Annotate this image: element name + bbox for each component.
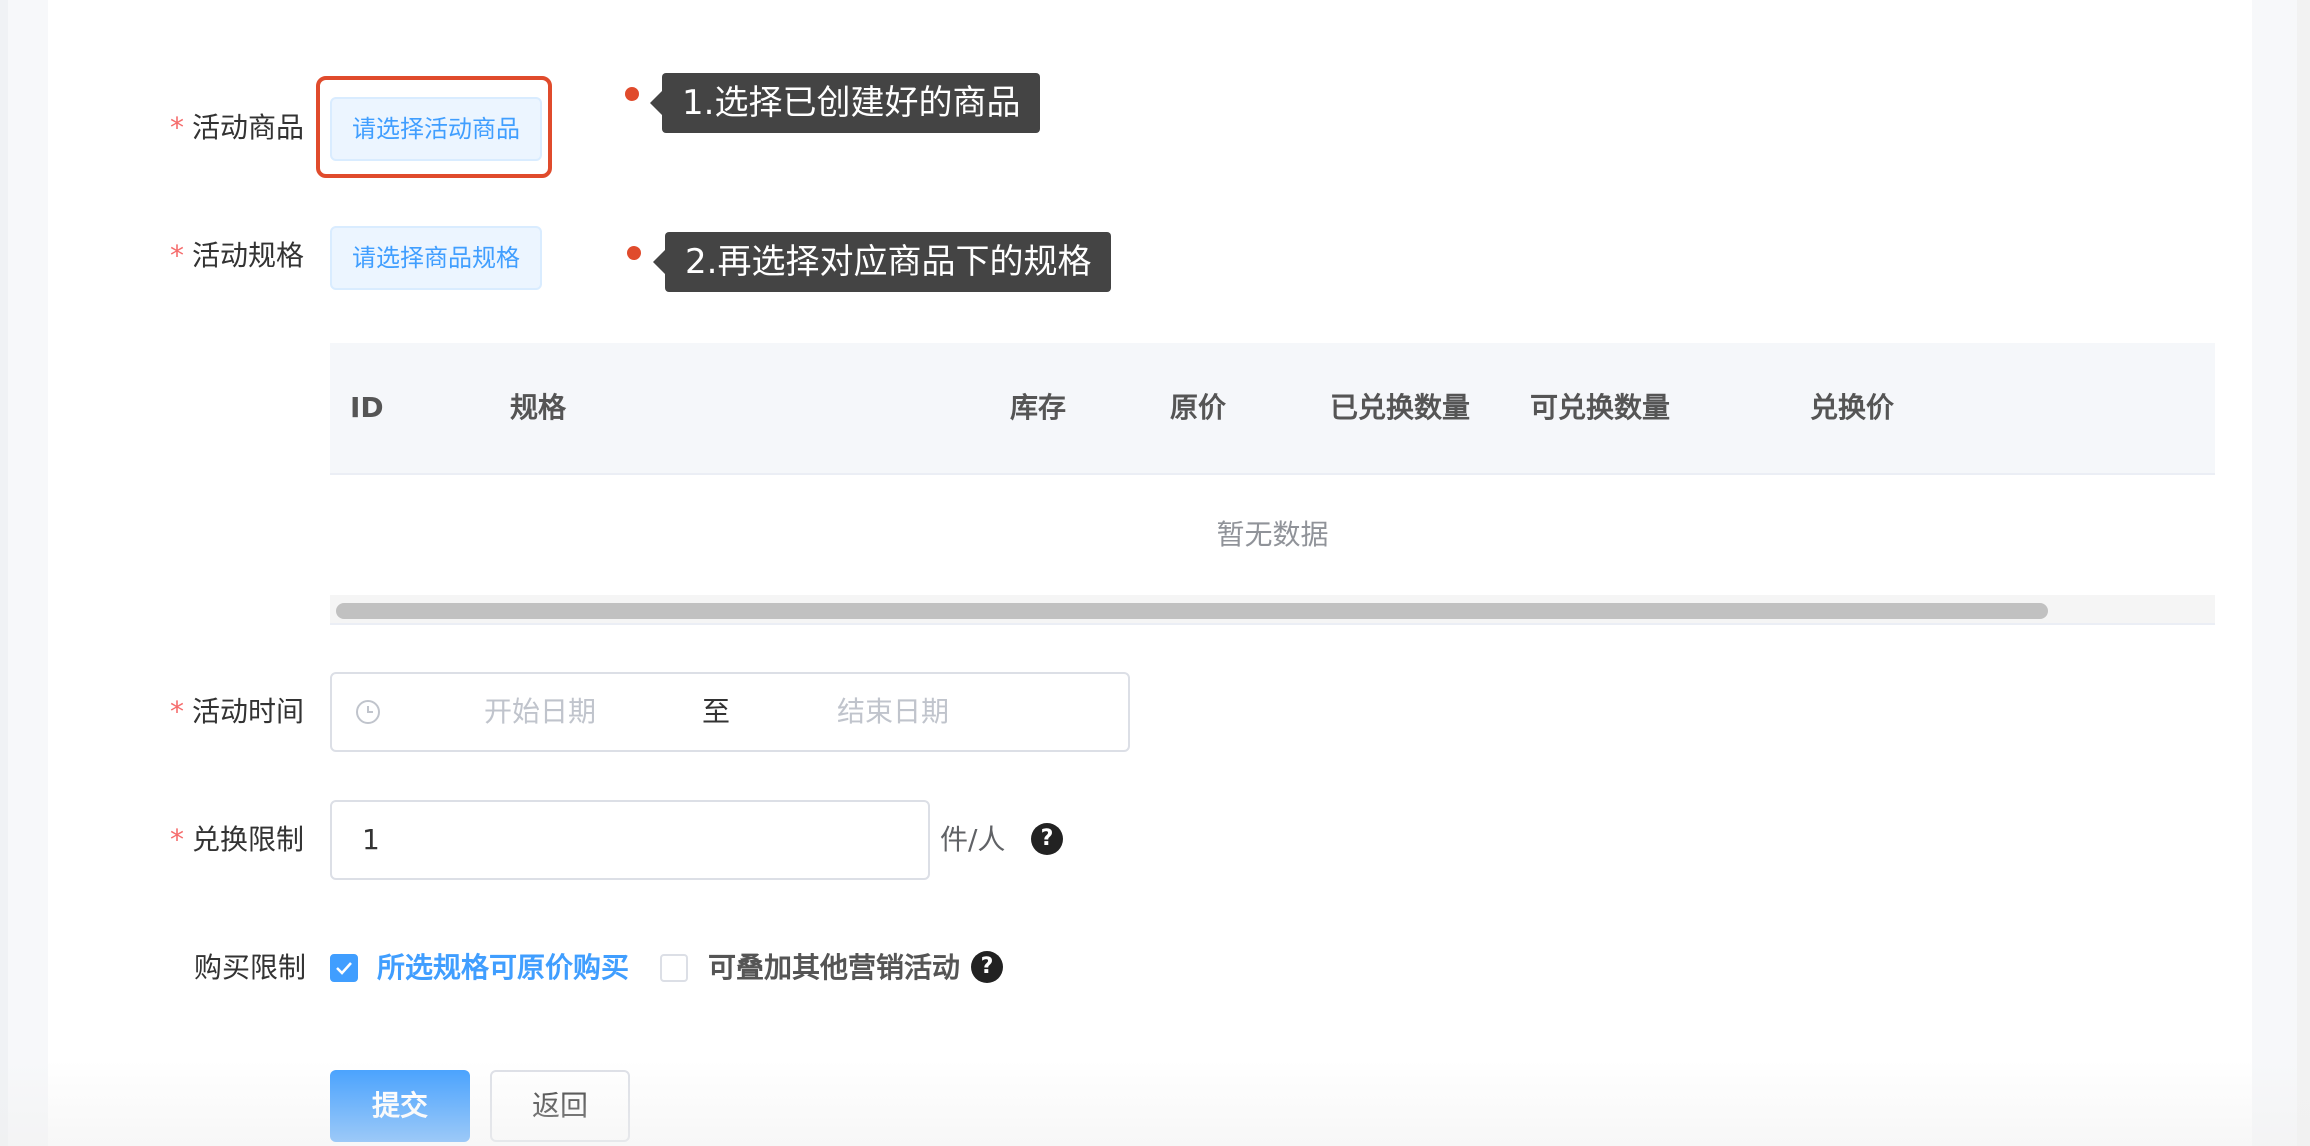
stack-promotion-checkbox[interactable] — [660, 954, 688, 982]
submit-button[interactable]: 提交 — [330, 1070, 470, 1142]
required-mark: * — [170, 239, 184, 272]
annotation-tip-spec: 2.再选择对应商品下的规格 — [652, 232, 1112, 292]
select-spec-button[interactable]: 请选择商品规格 — [330, 226, 542, 290]
start-date-input[interactable]: 开始日期 — [484, 674, 596, 750]
spec-label: * 活动规格 — [170, 239, 305, 272]
column-header-redeemed-qty: 已兑换数量 — [1330, 391, 1471, 424]
limit-unit: 件/人 — [940, 823, 1006, 856]
date-separator: 至 — [702, 695, 731, 728]
column-header-redeemable-qty: 可兑换数量 — [1530, 391, 1671, 424]
column-header-spec: 规格 — [510, 391, 567, 424]
annotation-highlight-box — [316, 76, 552, 178]
limit-label: * 兑换限制 — [170, 823, 305, 856]
limit-input[interactable]: 1 — [330, 800, 930, 880]
stack-promotion-checkbox-label[interactable]: 可叠加其他营销活动 — [708, 948, 960, 988]
help-icon[interactable]: ? — [971, 951, 1003, 983]
spec-table: ID 规格 库存 原价 已兑换数量 可兑换数量 兑换价 暂无数据 — [330, 343, 2215, 625]
product-label: * 活动商品 — [170, 111, 305, 144]
column-header-id: ID — [350, 391, 384, 424]
scrollbar-thumb[interactable] — [336, 603, 2048, 619]
required-mark: * — [170, 695, 184, 728]
help-icon[interactable]: ? — [1031, 823, 1063, 855]
annotation-dot — [625, 87, 639, 101]
end-date-input[interactable]: 结束日期 — [837, 674, 949, 750]
check-icon — [336, 962, 352, 975]
back-button[interactable]: 返回 — [490, 1070, 630, 1142]
annotation-dot — [627, 246, 641, 260]
original-price-checkbox[interactable] — [330, 954, 358, 982]
page-scrollbar[interactable] — [2297, 0, 2310, 1146]
date-range-picker[interactable]: 开始日期 至 结束日期 — [330, 672, 1130, 752]
table-horizontal-scrollbar[interactable] — [330, 595, 2215, 625]
column-header-stock: 库存 — [1010, 391, 1067, 424]
purchase-label: 购买限制 — [194, 951, 307, 984]
table-header: ID 规格 库存 原价 已兑换数量 可兑换数量 兑换价 — [330, 343, 2215, 475]
column-header-original-price: 原价 — [1170, 391, 1227, 424]
table-empty-text: 暂无数据 — [330, 475, 2215, 596]
annotation-tip-product: 1.选择已创建好的商品 — [649, 73, 1041, 133]
time-label: * 活动时间 — [170, 695, 305, 728]
original-price-checkbox-label[interactable]: 所选规格可原价购买 — [377, 948, 629, 988]
clock-icon — [356, 700, 380, 724]
required-mark: * — [170, 823, 184, 856]
column-header-redeem-price: 兑换价 — [1810, 391, 1895, 424]
required-mark: * — [170, 111, 184, 144]
